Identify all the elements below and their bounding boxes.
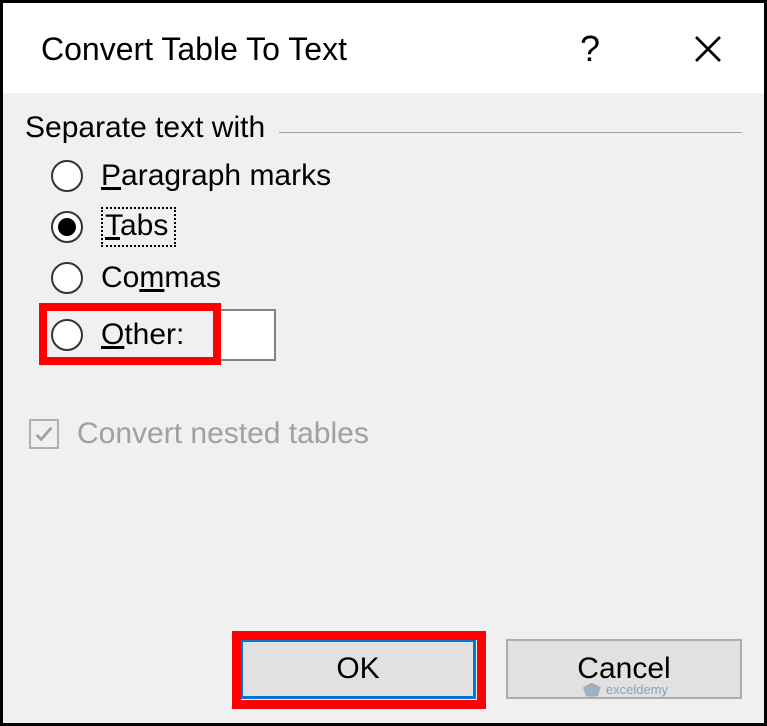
radio-paragraph-marks[interactable]: Paragraph marks — [51, 159, 742, 193]
radio-label: Commas — [101, 261, 221, 295]
radio-label: Paragraph marks — [101, 159, 331, 193]
titlebar: Convert Table To Text ? — [3, 3, 764, 93]
radio-other[interactable]: Other: — [51, 309, 742, 361]
close-button[interactable] — [684, 25, 732, 73]
radio-label: Tabs — [101, 207, 176, 247]
radio-button-icon — [51, 319, 83, 351]
dialog-buttons: OK Cancel — [25, 639, 742, 701]
dialog-window: Convert Table To Text ? Separate text wi… — [0, 0, 767, 726]
fieldset-header: Separate text with — [25, 111, 742, 145]
dialog-body: Separate text with Paragraph marks Tabs … — [3, 93, 764, 723]
close-icon — [692, 33, 724, 65]
other-separator-input[interactable] — [218, 309, 276, 361]
checkbox-box-icon — [29, 419, 59, 449]
help-button[interactable]: ? — [566, 25, 614, 73]
convert-nested-tables-checkbox: Convert nested tables — [25, 417, 742, 451]
ok-button[interactable]: OK — [240, 639, 476, 699]
radio-button-icon — [51, 262, 83, 294]
fieldset-label: Separate text with — [25, 111, 265, 145]
radio-selected-icon — [58, 218, 76, 236]
cancel-button[interactable]: Cancel — [506, 639, 742, 699]
radio-button-icon — [51, 211, 83, 243]
radio-button-icon — [51, 160, 83, 192]
titlebar-buttons: ? — [566, 25, 732, 73]
separator-radio-group: Paragraph marks Tabs Commas Other: — [25, 159, 742, 361]
radio-commas[interactable]: Commas — [51, 261, 742, 295]
fieldset-divider — [279, 132, 742, 133]
checkbox-label: Convert nested tables — [77, 417, 369, 451]
checkmark-icon — [33, 423, 55, 445]
radio-label: Other: — [101, 318, 184, 352]
radio-tabs[interactable]: Tabs — [51, 207, 742, 247]
dialog-title: Convert Table To Text — [41, 31, 347, 68]
